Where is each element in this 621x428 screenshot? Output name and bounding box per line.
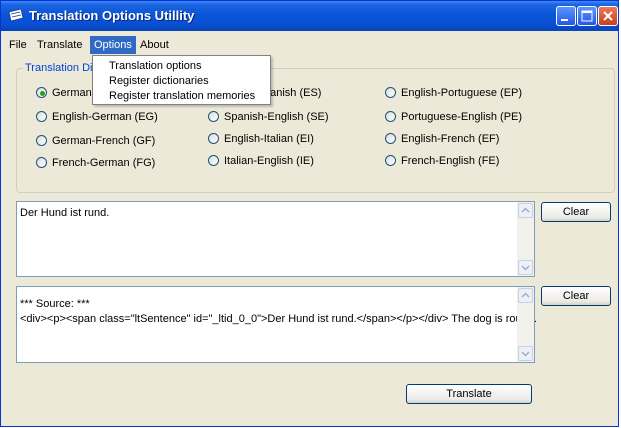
radio-label: Portuguese-English (PE) <box>401 111 523 123</box>
group-label: Translation Dir <box>23 62 99 74</box>
menu-translate[interactable]: Translate <box>33 36 86 54</box>
app-window: Translation Options Utillity File Transl… <box>0 0 619 427</box>
radio-label: panish (ES) <box>264 87 322 99</box>
scroll-down-button[interactable] <box>518 260 533 275</box>
radio-circle <box>36 111 47 122</box>
radio-circle <box>36 87 47 98</box>
scroll-up-button[interactable] <box>518 288 533 303</box>
radio-label: German-French (GF) <box>52 135 156 147</box>
radio-label: Spanish-English (SE) <box>224 111 329 123</box>
chevron-down-icon <box>521 351 530 357</box>
radio-label: French-English (FE) <box>401 155 500 167</box>
minimize-icon <box>561 19 568 21</box>
radio-circle <box>208 111 219 122</box>
maximize-icon <box>581 10 593 22</box>
radio-circle <box>385 111 396 122</box>
radio-label: Italian-English (IE) <box>224 155 314 167</box>
source-text: Der Hund ist rund. <box>20 207 110 219</box>
vertical-scrollbar[interactable] <box>517 202 534 276</box>
output-text: <div><p><span class="ltSentence" id="_lt… <box>20 313 537 325</box>
chevron-down-icon <box>521 265 530 271</box>
radio-circle <box>385 87 396 98</box>
menu-item-register-dictionaries[interactable]: Register dictionaries <box>109 74 209 88</box>
radio-label: French-German (FG) <box>52 157 156 169</box>
menu-options[interactable]: Options <box>90 36 136 54</box>
radio-circle <box>385 155 396 166</box>
radio-circle <box>385 133 396 144</box>
clear-output-button[interactable]: Clear <box>541 286 611 306</box>
radio-label: English-Italian (EI) <box>224 133 314 145</box>
source-text-input[interactable]: Der Hund ist rund. <box>16 201 535 277</box>
app-icon <box>8 9 24 22</box>
menu-bar: File Translate Options About <box>1 36 618 54</box>
close-icon <box>603 11 613 21</box>
menu-file[interactable]: File <box>5 36 31 54</box>
options-dropdown-menu: Translation options Register dictionarie… <box>92 55 271 105</box>
translate-button[interactable]: Translate <box>406 384 532 404</box>
window-title: Translation Options Utillity <box>29 8 195 23</box>
title-bar[interactable]: Translation Options Utillity <box>1 1 618 31</box>
radio-selected-dot <box>40 91 45 96</box>
menu-about[interactable]: About <box>136 36 173 54</box>
radio-circle <box>36 135 47 146</box>
menu-item-register-translation-memories[interactable]: Register translation memories <box>109 89 255 103</box>
minimize-button[interactable] <box>556 6 576 26</box>
radio-label: English-German (EG) <box>52 111 158 123</box>
output-source-header: *** Source: *** <box>20 298 90 310</box>
radio-circle <box>208 155 219 166</box>
chevron-up-icon <box>521 292 530 298</box>
maximize-button[interactable] <box>577 6 597 26</box>
chevron-up-icon <box>521 207 530 213</box>
clear-input-button[interactable]: Clear <box>541 202 611 222</box>
radio-circle <box>208 133 219 144</box>
close-button[interactable] <box>598 6 618 26</box>
vertical-scrollbar[interactable] <box>517 287 534 362</box>
menu-item-translation-options[interactable]: Translation options <box>109 59 202 73</box>
scroll-down-button[interactable] <box>518 346 533 361</box>
radio-label: English-French (EF) <box>401 133 500 145</box>
radio-label: German- <box>52 87 96 99</box>
translation-output[interactable]: *** Source: *** <div><p><span class="ltS… <box>16 286 537 363</box>
scroll-up-button[interactable] <box>518 203 533 218</box>
radio-circle <box>36 157 47 168</box>
radio-label: English-Portuguese (EP) <box>401 87 523 99</box>
